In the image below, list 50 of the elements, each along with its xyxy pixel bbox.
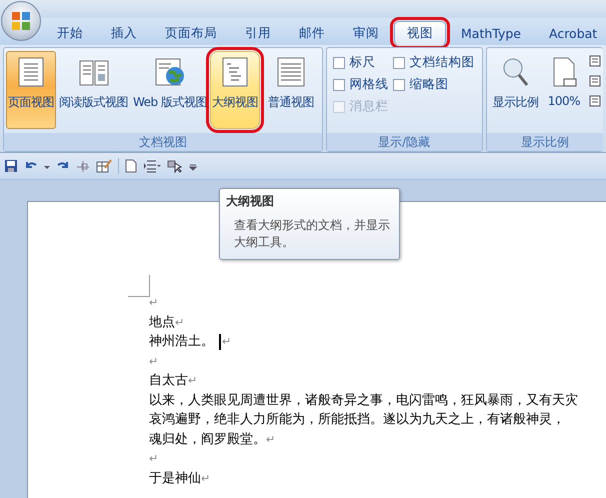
tooltip-title: 大纲视图 [226, 193, 275, 210]
ribbon-tab[interactable]: MathType [448, 21, 534, 45]
document-text: 于是神仙 [149, 470, 201, 488]
view-button[interactable]: 普通视图 [266, 51, 316, 129]
group-label: 显示比例 [486, 133, 603, 151]
paragraph-mark: ↵ [149, 354, 158, 370]
globe-page-icon [154, 56, 186, 88]
checkbox-option[interactable]: 缩略图 [392, 76, 483, 93]
group-label: 文档视图 [4, 133, 322, 151]
view-button[interactable]: 阅读版式视图 [57, 51, 130, 129]
zoom-button[interactable]: 显示比例 [488, 51, 543, 129]
page-layout-icon[interactable] [589, 75, 601, 87]
ribbon-tab[interactable]: 插入 [98, 21, 150, 45]
pointer-icon[interactable] [167, 159, 183, 173]
paragraph-mark: ↵ [188, 373, 198, 389]
paragraph-mark: ↵ [222, 334, 232, 350]
table-insert-icon[interactable] [76, 159, 90, 173]
new-document-icon[interactable] [125, 159, 137, 173]
view-button[interactable]: 页面视图 [6, 51, 56, 129]
paragraph-mark: ↵ [149, 295, 158, 311]
paragraph-mark: ↵ [266, 432, 276, 448]
zoom-button[interactable]: 100% [544, 51, 584, 129]
ribbon-tab[interactable]: 邮件 [286, 21, 338, 45]
ribbon-tab[interactable]: 审阅 [340, 21, 392, 45]
page-layout-icon[interactable] [589, 95, 601, 107]
page-layout-icon[interactable] [589, 55, 601, 67]
ribbon-tab[interactable]: Acrobat [536, 21, 606, 45]
checkbox-option[interactable]: 标尺 [332, 54, 393, 71]
ribbon-tab[interactable]: 页面布局 [152, 21, 230, 45]
ribbon-tab[interactable]: 引用 [232, 21, 284, 45]
checkbox-option[interactable]: 网格线 [332, 76, 393, 93]
document-text: 以来，人类眼见周遭世界，诸般奇异之事，电闪雷鸣，狂风暴雨，又有天灾 [149, 392, 578, 410]
group-label: 显示/隐藏 [326, 133, 482, 151]
paragraph-mark: ↵ [201, 470, 210, 486]
paragraph-mark: ↵ [175, 314, 184, 330]
row-height-icon[interactable] [143, 159, 161, 173]
document-text: 哀鸿遍野，绝非人力所能为，所能抵挡。遂以为九天之上，有诸般神灵， [149, 411, 565, 429]
ribbon-tab[interactable]: 开始 [44, 21, 96, 45]
document-text: 魂归处，阎罗殿堂。 [149, 430, 266, 448]
margin-corner-mark [128, 275, 150, 297]
table-pencil-icon[interactable] [96, 159, 112, 173]
document-text: 神州浩土。 [149, 333, 214, 351]
tooltip-text: 查看大纲形式的文档，并显示大纲工具。 [233, 217, 391, 251]
checkbox-option[interactable]: 文档结构图 [392, 54, 483, 71]
save-icon[interactable] [4, 159, 18, 173]
document-text: 地点 [149, 314, 175, 332]
office-logo-icon [10, 10, 32, 32]
paragraph-mark: ↵ [149, 451, 158, 467]
lines-page-icon [274, 56, 307, 88]
document-text: 自太古 [149, 372, 188, 390]
